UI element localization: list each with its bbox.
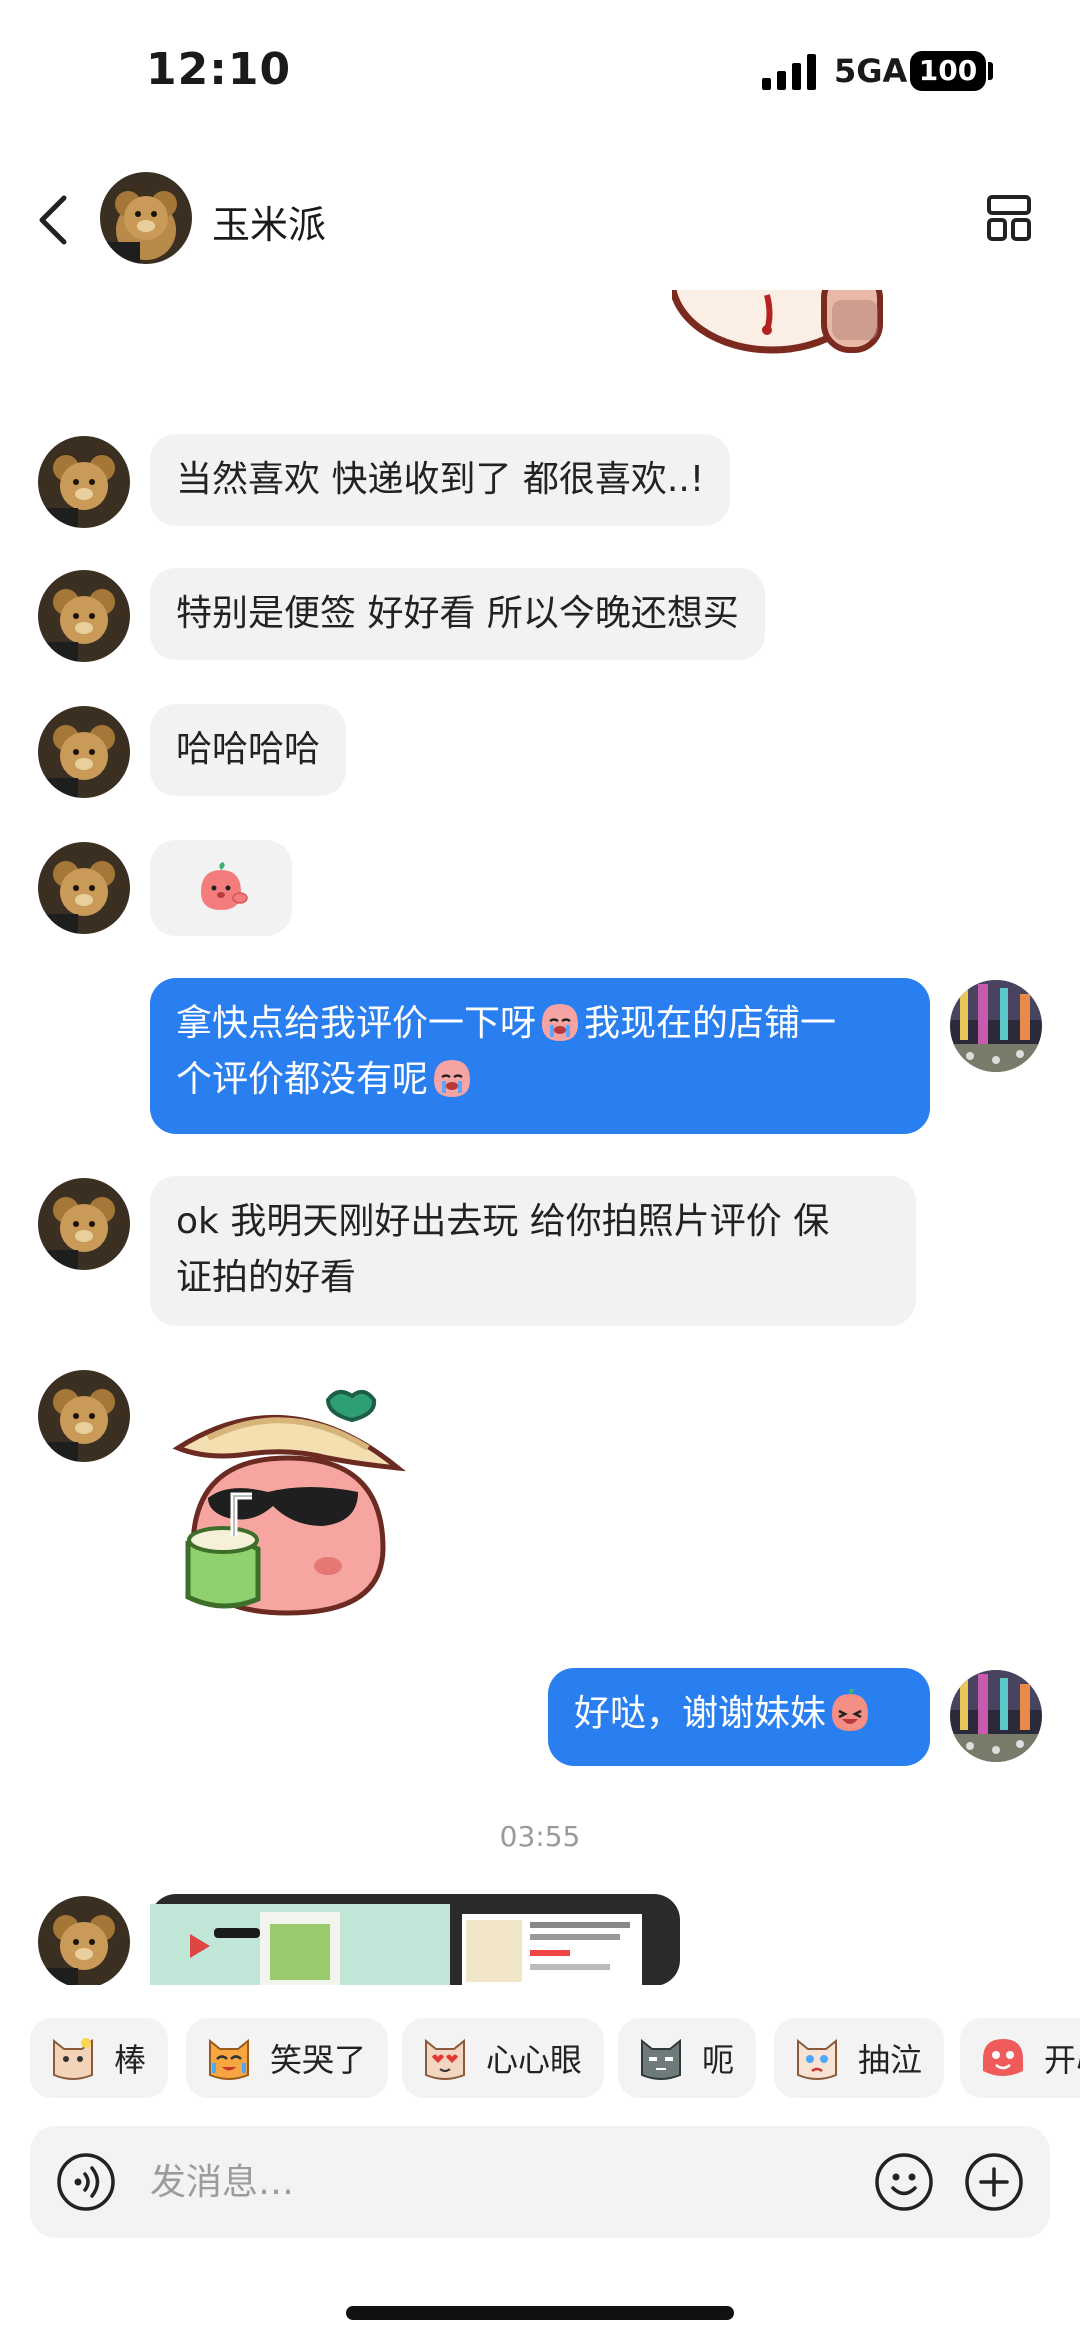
reaction-chip-chouqi[interactable]: 抽泣: [774, 2018, 945, 2098]
message-bubble[interactable]: 哈哈哈哈: [150, 704, 347, 796]
contact-avatar[interactable]: [38, 706, 130, 798]
contact-avatar[interactable]: [100, 172, 192, 264]
battery-level: 100: [910, 51, 986, 91]
battery-tip: [988, 62, 993, 80]
peach-emoji-icon: [201, 862, 248, 910]
reaction-chip-bang[interactable]: 棒: [30, 2018, 169, 2098]
cat-speechless-icon: [641, 2038, 681, 2080]
emoji-message-bubble[interactable]: [150, 840, 292, 936]
message-text: 证拍的好看: [176, 1257, 357, 1298]
plus-icon[interactable]: [964, 2152, 1024, 2212]
time-separator: 03:55: [499, 1820, 581, 1853]
message-list[interactable]: 当然喜欢 快递收到了 都很喜欢..! 特别是便签 好好看 所以今晚还想买 哈哈哈…: [0, 290, 1080, 1985]
peach-sunglasses-sticker[interactable]: [168, 1388, 408, 1618]
reaction-chip-e[interactable]: 呃: [618, 2018, 757, 2098]
image-message[interactable]: [150, 1894, 680, 1985]
my-avatar[interactable]: [950, 1670, 1042, 1762]
my-avatar[interactable]: [950, 980, 1042, 1072]
contact-name: 玉米派: [212, 203, 327, 247]
contact-avatar[interactable]: [38, 1370, 130, 1462]
message-text: 拿快点给我评价一下呀: [176, 1003, 537, 1044]
contact-avatar[interactable]: [38, 436, 130, 528]
message-text: 哈哈哈哈: [176, 729, 321, 770]
reaction-label: 抽泣: [858, 2041, 923, 2079]
reaction-label: 笑哭了: [270, 2041, 367, 2079]
message-bubble-outgoing[interactable]: 拿快点给我评价一下呀 我现在的店铺一 个评价都没有呢: [150, 978, 930, 1134]
message-text: 我现在的店铺一: [584, 1003, 837, 1044]
happy-peach-emoji-icon: [832, 1688, 869, 1731]
message-text: 特别是便签 好好看 所以今晚还想买: [176, 593, 739, 634]
quick-reaction-bar[interactable]: 棒 笑哭了 心心眼 呃 抽泣 开心: [0, 2018, 1080, 2102]
cat-thumbs-up-icon: [53, 2038, 93, 2080]
message-bubble[interactable]: ok 我明天刚好出去玩 给你拍照片评价 保 证拍的好看: [150, 1176, 916, 1326]
reaction-chip-xinxinyan[interactable]: 心心眼: [402, 2018, 605, 2098]
contact-avatar[interactable]: [38, 1896, 130, 1985]
reaction-label: 棒: [114, 2041, 147, 2079]
crying-peach-emoji-icon: [434, 1060, 471, 1097]
message-bubble[interactable]: 特别是便签 好好看 所以今晚还想买: [150, 568, 765, 660]
contact-avatar[interactable]: [38, 1178, 130, 1270]
signal-icon: [762, 54, 816, 90]
cat-sob-icon: [797, 2038, 837, 2080]
message-input-bar: [30, 2126, 1050, 2238]
chat-header: 玉米派: [0, 150, 1080, 290]
message-bubble[interactable]: 当然喜欢 快递收到了 都很喜欢..!: [150, 434, 731, 526]
reaction-label: 呃: [702, 2041, 735, 2079]
reaction-chip-xiaokule[interactable]: 笑哭了: [186, 2018, 389, 2098]
layout-grid-icon[interactable]: [986, 194, 1032, 242]
message-text: 当然喜欢 快递收到了 都很喜欢..!: [176, 459, 705, 500]
contact-avatar[interactable]: [38, 570, 130, 662]
message-input[interactable]: [150, 2154, 850, 2210]
voice-input-icon[interactable]: [56, 2152, 116, 2212]
cat-heart-eyes-icon: [425, 2038, 465, 2080]
emoji-icon[interactable]: [874, 2152, 934, 2212]
status-time: 12:10: [146, 44, 292, 95]
home-indicator[interactable]: [346, 2306, 734, 2320]
reaction-label: 开心: [1044, 2041, 1080, 2079]
octopus-happy-icon: [983, 2039, 1023, 2076]
network-type: 5GA: [834, 52, 908, 90]
status-bar: 12:10 5GA 100: [0, 0, 1080, 150]
message-text: 个评价都没有呢: [176, 1059, 429, 1100]
sticker-message[interactable]: [672, 290, 922, 380]
reaction-chip-kaixin[interactable]: 开心: [960, 2018, 1080, 2098]
message-text: ok 我明天刚好出去玩 给你拍照片评价 保: [176, 1201, 830, 1242]
message-bubble-outgoing[interactable]: 好哒，谢谢妹妹: [548, 1668, 930, 1766]
message-text: 好哒，谢谢妹妹: [574, 1693, 827, 1734]
cat-laugh-cry-icon: [209, 2038, 249, 2080]
reaction-label: 心心眼: [486, 2041, 583, 2079]
chevron-left-icon[interactable]: [34, 192, 74, 248]
crying-peach-emoji-icon: [542, 1004, 579, 1041]
contact-avatar[interactable]: [38, 842, 130, 934]
